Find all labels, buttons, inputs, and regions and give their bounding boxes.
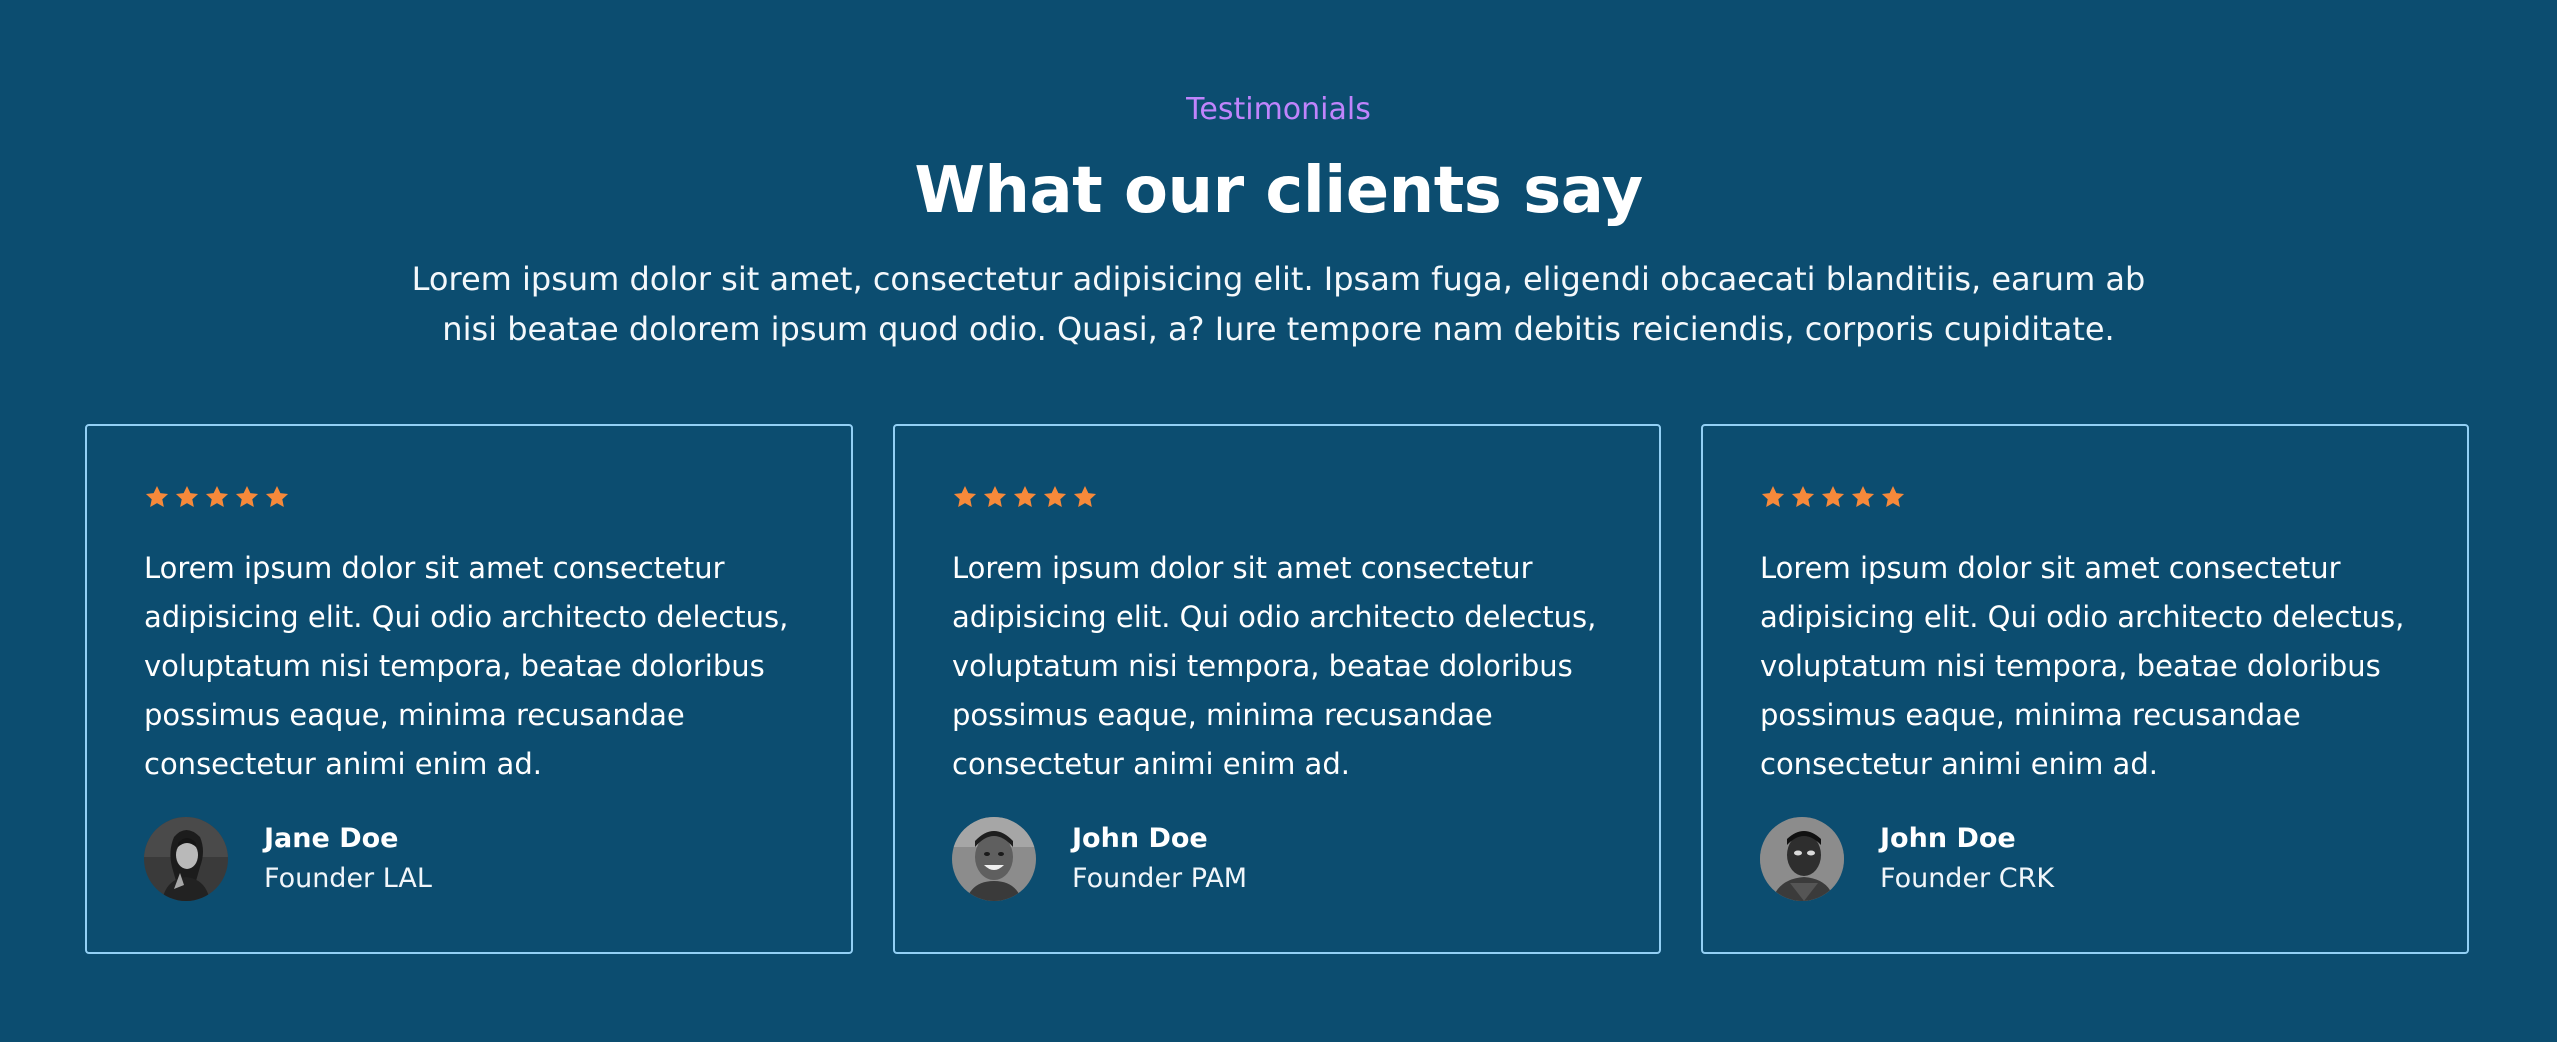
star-icon bbox=[983, 485, 1007, 507]
star-icon bbox=[1881, 485, 1905, 507]
testimonial-card: Lorem ipsum dolor sit amet consectetur a… bbox=[85, 424, 853, 954]
star-rating bbox=[952, 484, 1098, 510]
star-icon bbox=[1013, 485, 1037, 507]
star-icon bbox=[1791, 485, 1815, 507]
testimonial-quote: Lorem ipsum dolor sit amet consectetur a… bbox=[952, 551, 1597, 781]
star-icon bbox=[205, 485, 229, 507]
star-icon bbox=[1073, 485, 1097, 507]
author-role: Founder LAL bbox=[264, 863, 432, 894]
author-name: Jane Doe bbox=[264, 823, 399, 854]
section-intro: Lorem ipsum dolor sit amet, consectetur … bbox=[411, 260, 2146, 348]
section-eyebrow: Testimonials bbox=[1186, 92, 1371, 127]
testimonial-author: John Doe Founder CRK bbox=[1760, 816, 2054, 902]
testimonial-card: Lorem ipsum dolor sit amet consectetur a… bbox=[1701, 424, 2469, 954]
star-rating bbox=[144, 484, 290, 510]
section-title: What our clients say bbox=[914, 154, 1643, 228]
star-icon bbox=[265, 485, 289, 507]
author-name: John Doe bbox=[1072, 823, 1208, 854]
star-icon bbox=[1821, 485, 1845, 507]
star-icon bbox=[953, 485, 977, 507]
author-name: John Doe bbox=[1880, 823, 2016, 854]
avatar-man-smiling-photo bbox=[952, 817, 1036, 901]
author-role: Founder CRK bbox=[1880, 863, 2055, 894]
testimonial-quote: Lorem ipsum dolor sit amet consectetur a… bbox=[144, 551, 789, 781]
star-icon bbox=[175, 485, 199, 507]
testimonial-author: John Doe Founder PAM bbox=[952, 816, 1247, 902]
star-icon bbox=[1851, 485, 1875, 507]
author-role: Founder PAM bbox=[1072, 863, 1248, 894]
testimonials-section: Testimonials What our clients say Lorem … bbox=[0, 0, 2557, 1042]
star-icon bbox=[235, 485, 259, 507]
testimonial-card: Lorem ipsum dolor sit amet consectetur a… bbox=[893, 424, 1661, 954]
star-icon bbox=[1761, 485, 1785, 507]
avatar-woman-photo bbox=[144, 817, 228, 901]
testimonial-quote: Lorem ipsum dolor sit amet consectetur a… bbox=[1760, 551, 2405, 781]
star-rating bbox=[1760, 484, 1906, 510]
star-icon bbox=[145, 485, 169, 507]
avatar-man-photo bbox=[1760, 817, 1844, 901]
star-icon bbox=[1043, 485, 1067, 507]
testimonial-cards: Lorem ipsum dolor sit amet consectetur a… bbox=[85, 424, 2475, 958]
testimonial-author: Jane Doe Founder LAL bbox=[144, 816, 432, 902]
